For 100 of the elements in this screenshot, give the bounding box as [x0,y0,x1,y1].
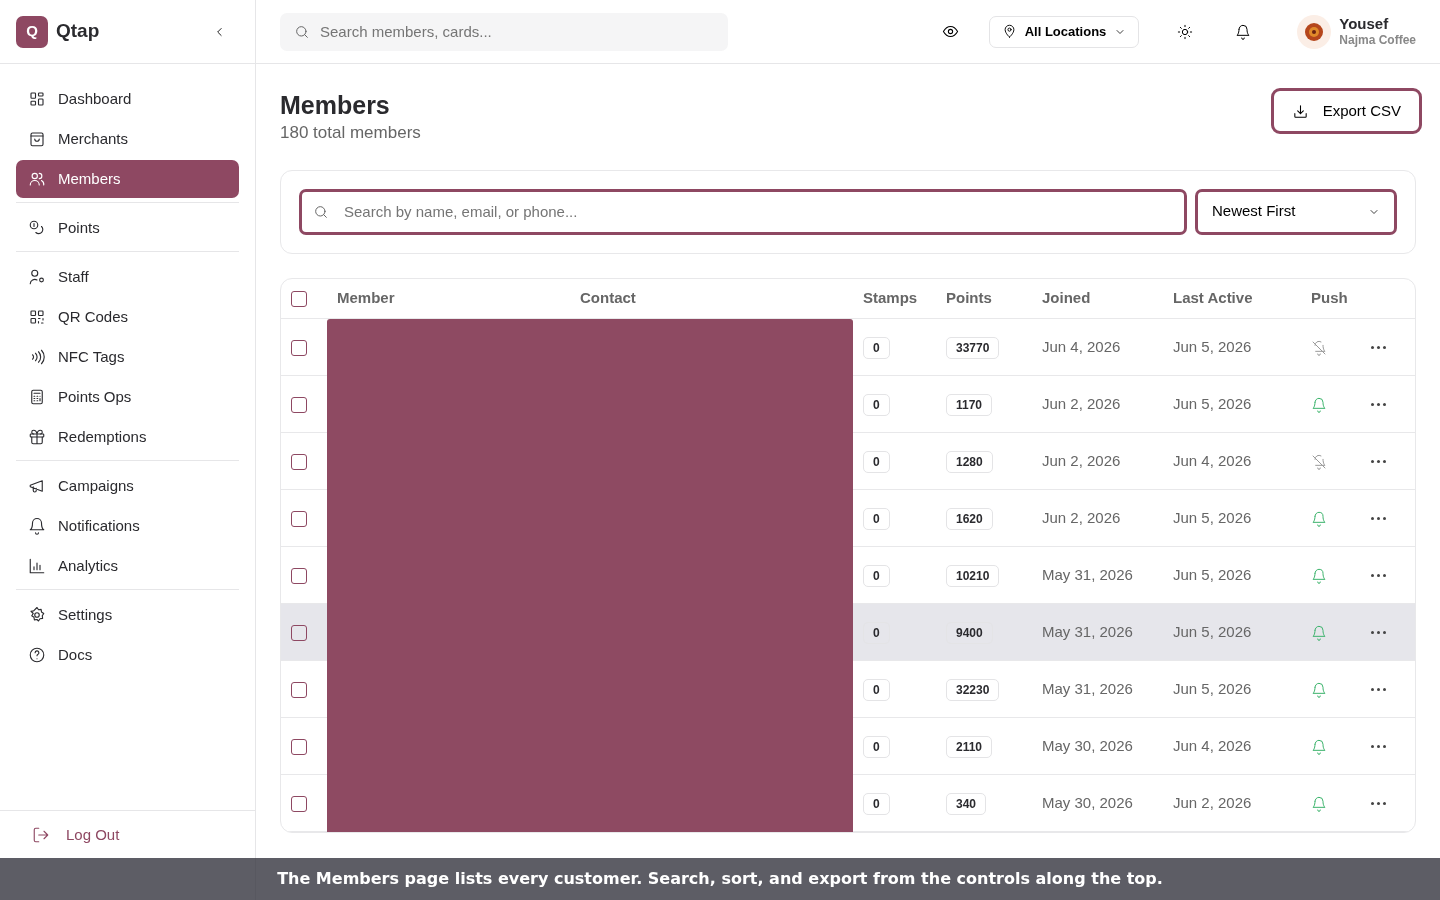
joined-date: Jun 4, 2026 [1032,318,1163,376]
joined-date: May 30, 2026 [1032,717,1163,775]
points-count: 1170 [946,393,993,416]
brand-name: Qtap [56,19,100,44]
last-active-date: Jun 5, 2026 [1163,546,1301,604]
ellipsis-icon [1371,517,1386,521]
qr-code-icon [28,308,46,326]
joined-date: May 30, 2026 [1032,774,1163,832]
sidebar-item[interactable]: Notifications [16,507,239,545]
logout-icon [32,825,50,844]
stamps-count: 0 [863,564,890,587]
bell-icon [28,517,46,535]
sidebar-item[interactable]: Merchants [16,120,239,158]
column-header: Push [1301,278,1357,319]
member-count: 180 total members [280,122,421,144]
ellipsis-icon [1371,460,1386,464]
row-checkbox[interactable] [291,396,307,413]
column-header: Contact [570,278,853,319]
sidebar-item[interactable]: Settings [16,596,239,634]
logout-button[interactable]: Log Out [28,821,124,848]
search-field[interactable]: Search members, cards... [280,12,728,51]
points-count: 340 [946,792,987,815]
stamps-count: 0 [863,735,890,758]
sidebar-item[interactable]: Analytics [16,547,239,585]
last-active-date: Jun 2, 2026 [1163,774,1301,832]
stamps-count: 0 [863,678,890,701]
row-checkbox[interactable] [291,738,307,755]
last-active-date: Jun 5, 2026 [1163,489,1301,547]
megaphone-icon [28,477,46,495]
sidebar-item[interactable]: Points [16,209,239,247]
sidebar-item[interactable]: Docs [16,636,239,674]
sidebar-item[interactable]: QR Codes [16,298,239,336]
last-active-date: Jun 5, 2026 [1163,375,1301,433]
member-search-field[interactable]: Search by name, email, or phone... [299,188,1187,235]
ellipsis-icon [1371,631,1386,635]
points-count: 32230 [946,678,1000,701]
bell-icon [1235,23,1252,40]
sidebar-item[interactable]: Members [16,160,239,198]
user-gear-icon [28,268,46,286]
stamps-count: 0 [863,621,890,644]
users-icon [28,170,46,188]
sidebar-item[interactable]: Points Ops [16,378,239,416]
export-button[interactable]: Export CSV [1270,88,1422,134]
last-active-date: Jun 5, 2026 [1163,603,1301,661]
row-checkbox[interactable] [291,624,307,641]
points-count: 2110 [946,735,993,758]
gear-icon [28,606,46,624]
sidebar-item[interactable]: Dashboard [16,80,239,118]
select-all-checkbox[interactable] [291,291,307,308]
stamps-count: 0 [863,450,890,473]
sun-icon [1177,23,1194,40]
gift-icon [28,428,46,446]
points-count: 10210 [946,564,1000,587]
ellipsis-icon [1371,346,1386,350]
user-name: Yousef [1339,15,1390,34]
last-active-date: Jun 4, 2026 [1163,717,1301,775]
points-count: 1280 [946,450,993,473]
sidebar-item[interactable]: Campaigns [16,467,239,505]
joined-date: May 31, 2026 [1032,546,1163,604]
sidebar-item[interactable]: Staff [16,258,239,296]
last-active-date: Jun 5, 2026 [1163,660,1301,718]
row-checkbox[interactable] [291,795,307,812]
last-active-date: Jun 5, 2026 [1163,318,1301,376]
row-checkbox[interactable] [291,510,307,527]
location-dropdown[interactable]: All Locations [988,15,1140,48]
logo-mark: Q [16,15,48,48]
last-active-date: Jun 4, 2026 [1163,432,1301,490]
eye-icon [941,23,959,40]
stamps-count: 0 [863,507,890,530]
page-title: Members [280,90,391,120]
sidebar-item[interactable]: Redemptions [16,418,239,456]
sort-dropdown[interactable]: Newest First [1195,188,1397,235]
bar-chart-icon [28,557,46,575]
row-checkbox[interactable] [291,453,307,470]
column-header: Joined [1032,278,1163,319]
coins-icon [28,219,46,237]
ellipsis-icon [1371,745,1386,749]
joined-date: May 31, 2026 [1032,660,1163,718]
row-checkbox[interactable] [291,567,307,584]
stamps-count: 0 [863,393,890,416]
sidebar-item[interactable]: NFC Tags [16,338,239,376]
column-header: Points [936,278,1032,319]
row-checkbox[interactable] [291,339,307,356]
ellipsis-icon [1371,403,1386,407]
column-header: Last Active [1163,278,1301,319]
help-icon [28,646,46,664]
grid-icon [28,90,46,108]
search-icon [294,23,310,40]
ellipsis-icon [1371,574,1386,578]
points-count: 1620 [946,507,993,530]
caption-text: The Members page lists every customer. Search, sort, and export from the controls along the top. [277,868,1163,890]
column-header: Stamps [853,278,936,319]
business-name: Najma Coffee [1339,33,1416,48]
calculator-icon [28,388,46,406]
shopping-bag-icon [28,130,46,148]
row-checkbox[interactable] [291,681,307,698]
map-pin-icon [1001,24,1017,39]
ellipsis-icon [1371,688,1386,692]
stamps-count: 0 [863,336,890,359]
search-icon [313,203,329,220]
